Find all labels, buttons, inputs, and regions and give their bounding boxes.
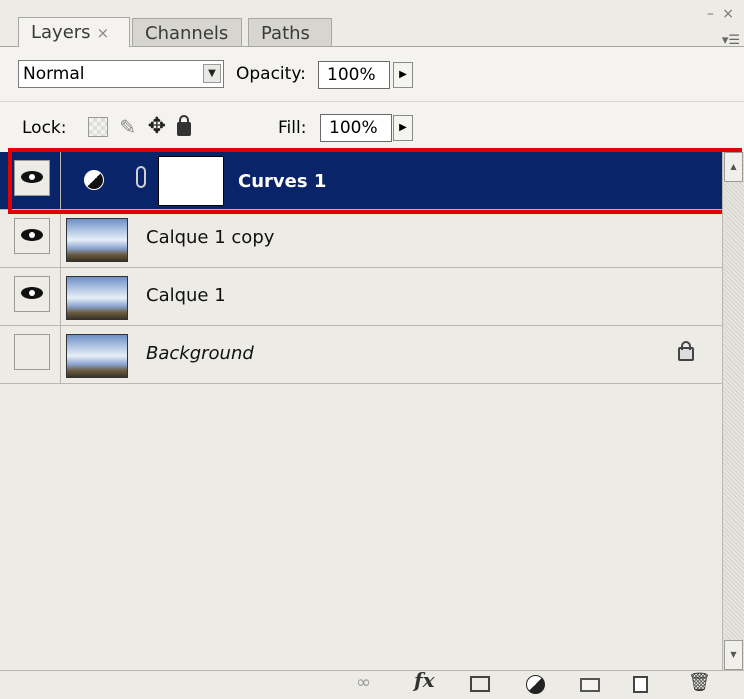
visibility-cell: [0, 268, 61, 325]
visibility-toggle[interactable]: [14, 334, 50, 370]
tab-channels-label: Channels: [145, 23, 229, 44]
delete-icon[interactable]: 🗑: [688, 672, 711, 693]
chevron-down-icon[interactable]: ▼: [203, 64, 221, 83]
fill-input[interactable]: 100%: [320, 114, 392, 142]
tab-close-icon[interactable]: ×: [97, 24, 110, 42]
layer-name[interactable]: Calque 1: [146, 285, 226, 306]
opacity-slider-arrow-icon[interactable]: ▶: [393, 62, 413, 88]
layer-name[interactable]: Curves 1: [238, 171, 326, 192]
layer-row-background[interactable]: Background: [0, 326, 722, 384]
adjustment-layer-icon: [84, 170, 104, 190]
tab-paths[interactable]: Paths: [248, 18, 332, 46]
visibility-cell: [0, 152, 61, 209]
tab-layers-label: Layers: [31, 22, 91, 43]
lock-position-icon[interactable]: ✥: [148, 114, 166, 139]
opacity-label: Opacity:: [236, 64, 306, 84]
visibility-cell: [0, 326, 61, 383]
layer-mask-thumbnail[interactable]: [158, 156, 224, 206]
blend-mode-select[interactable]: Normal ▼: [18, 60, 224, 88]
fill-slider-arrow-icon[interactable]: ▶: [393, 115, 413, 141]
lock-transparency-icon[interactable]: [88, 116, 108, 137]
eye-icon: [21, 229, 43, 241]
scroll-up-icon[interactable]: ▲: [724, 152, 743, 182]
layer-row-curves[interactable]: Curves 1: [0, 152, 722, 210]
eye-icon: [21, 287, 43, 299]
visibility-toggle[interactable]: [14, 218, 50, 254]
window-controls[interactable]: – ×: [707, 6, 736, 22]
fill-label: Fill:: [278, 118, 307, 138]
tab-layers[interactable]: Layers ×: [18, 17, 130, 47]
scroll-down-icon[interactable]: ▼: [724, 640, 743, 670]
divider: [0, 101, 744, 102]
layer-lock-icon: [678, 341, 694, 361]
lock-all-icon[interactable]: [177, 114, 192, 136]
visibility-toggle[interactable]: [14, 276, 50, 312]
opacity-input[interactable]: 100%: [318, 61, 390, 89]
layer-thumbnail: [66, 218, 128, 262]
eye-icon: [21, 171, 43, 183]
layers-list: Curves 1 Calque 1 copy Calque 1 Backgrou…: [0, 152, 722, 672]
layer-row-calque-1-copy[interactable]: Calque 1 copy: [0, 210, 722, 268]
new-layer-icon[interactable]: [633, 676, 648, 693]
lock-label: Lock:: [22, 118, 67, 138]
layer-thumbnail: [66, 334, 128, 378]
link-layers-icon[interactable]: ∞: [356, 672, 371, 693]
visibility-toggle[interactable]: [14, 160, 50, 196]
fx-icon[interactable]: fx: [414, 668, 435, 692]
lock-icons-group: ✎ ✥: [88, 114, 197, 140]
adjustment-layer-icon[interactable]: [526, 675, 545, 694]
blend-mode-value: Normal: [23, 64, 85, 84]
new-group-icon[interactable]: [580, 678, 600, 692]
link-chain-icon[interactable]: [136, 166, 146, 188]
scrollbar-track[interactable]: [722, 152, 744, 670]
visibility-cell: [0, 210, 61, 267]
layer-row-calque-1[interactable]: Calque 1: [0, 268, 722, 326]
layer-name[interactable]: Calque 1 copy: [146, 227, 274, 248]
tab-channels[interactable]: Channels: [132, 18, 242, 46]
add-mask-icon[interactable]: [470, 676, 490, 692]
layer-name[interactable]: Background: [146, 343, 254, 364]
tab-paths-label: Paths: [261, 23, 310, 44]
layer-thumbnail: [66, 276, 128, 320]
lock-pixels-icon[interactable]: ✎: [119, 115, 136, 139]
